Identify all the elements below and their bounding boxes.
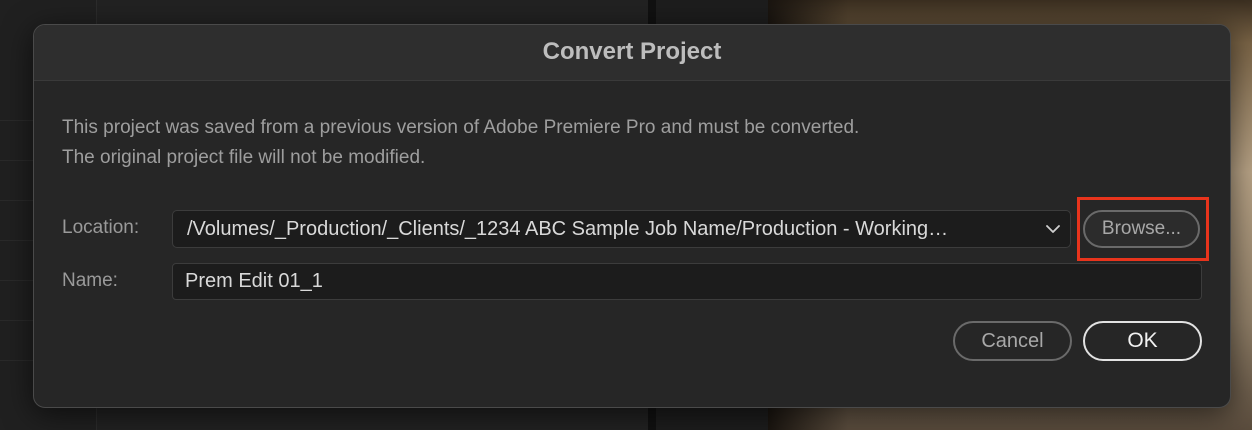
dialog-title: Convert Project [542,38,722,65]
ok-button[interactable]: OK [1083,321,1202,361]
message-line-2: The original project file will not be mo… [62,147,426,168]
message-line-1: This project was saved from a previous v… [62,117,860,138]
location-label: Location: [62,217,140,238]
cancel-button[interactable]: Cancel [953,321,1072,361]
dialog-message: This project was saved from a previous v… [62,113,859,173]
location-value: /Volumes/_Production/_Clients/_1234 ABC … [187,218,949,240]
browse-button[interactable]: Browse... [1083,210,1200,248]
chevron-down-icon [1046,225,1060,233]
name-input[interactable]: Prem Edit 01_1 [172,263,1202,300]
name-label: Name: [62,270,118,291]
location-dropdown[interactable]: /Volumes/_Production/_Clients/_1234 ABC … [172,210,1071,248]
dialog-titlebar: Convert Project [34,25,1230,81]
convert-project-dialog: Convert Project This project was saved f… [33,24,1231,408]
name-value: Prem Edit 01_1 [185,270,323,292]
